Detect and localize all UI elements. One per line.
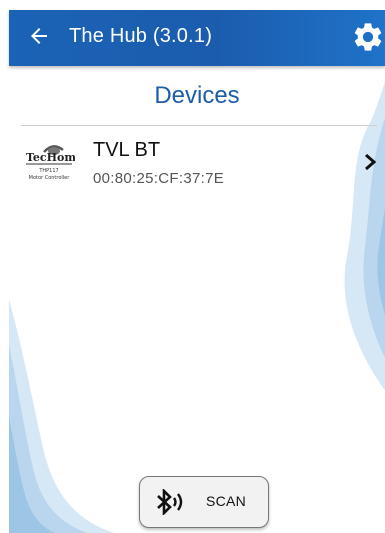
bluetooth-searching-icon	[157, 489, 183, 515]
app-title: The Hub (3.0.1)	[69, 25, 213, 47]
device-name: TVL BT	[93, 139, 161, 161]
section-title: Devices	[154, 82, 240, 109]
techome-logo: TecHome THP117 Motor Controller	[26, 145, 75, 181]
back-arrow-icon[interactable]	[27, 24, 51, 48]
chevron-right-icon[interactable]	[363, 153, 377, 171]
device-mac-address: 00:80:25:CF:37:7E	[93, 170, 225, 187]
decorative-wave-left	[9, 299, 115, 533]
logo-model: THP117	[38, 168, 58, 174]
devices-screen: Devices TecHome THP117 Motor Controller …	[9, 66, 385, 533]
device-list-item[interactable]: TecHome THP117 Motor Controller TVL BT 0…	[9, 128, 385, 198]
logo-brand: TecHome	[26, 151, 75, 164]
gear-icon[interactable]	[351, 20, 385, 54]
scan-button[interactable]: SCAN	[139, 476, 269, 528]
logo-caption: Motor Controller	[29, 175, 71, 181]
decorative-wave-right	[344, 81, 385, 391]
scan-label: SCAN	[206, 493, 247, 509]
app-bar: The Hub (3.0.1)	[9, 10, 385, 66]
divider	[21, 125, 377, 126]
